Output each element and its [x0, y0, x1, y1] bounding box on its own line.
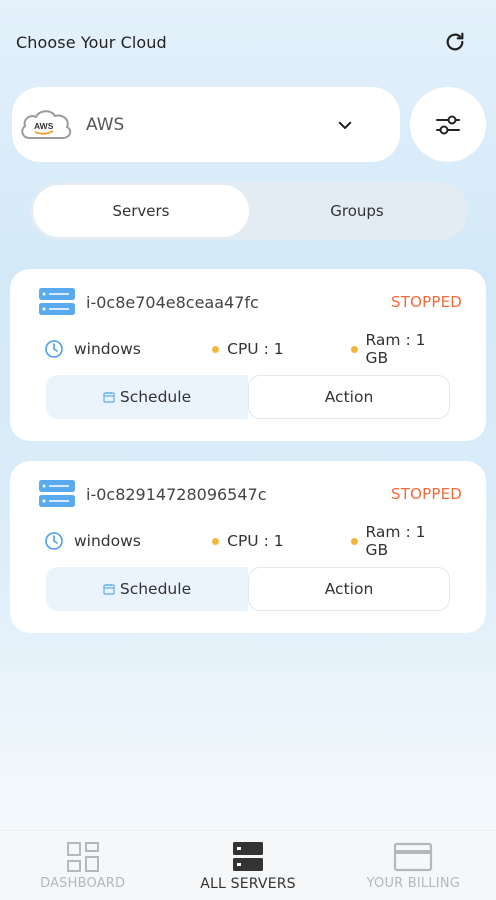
nav-item-all-servers[interactable]: ALL SERVERS [165, 831, 330, 900]
cpu-label: CPU : 1 [227, 340, 284, 358]
cpu-spec: CPU : 1 [212, 532, 350, 550]
nav-item-dashboard[interactable]: DASHBOARD [0, 831, 165, 900]
bullet-dot-icon [350, 537, 358, 545]
sliders-icon [436, 115, 460, 134]
bullet-dot-icon [212, 345, 220, 353]
view-tabs: Servers Groups [30, 182, 468, 240]
bullet-dot-icon [350, 345, 358, 353]
os-info: windows [44, 531, 212, 551]
server-card: i-0c8e704e8ceaa47fc STOPPED windows CPU … [10, 269, 486, 441]
header: Choose Your Cloud [16, 28, 468, 56]
server-icon [39, 288, 75, 315]
server-card: i-0c82914728096547c STOPPED windows CPU … [10, 461, 486, 633]
ram-label: Ram : 1 GB [365, 523, 426, 559]
cpu-label: CPU : 1 [227, 532, 284, 550]
credit-card-icon [394, 842, 433, 872]
schedule-label: Schedule [119, 580, 192, 598]
action-button[interactable]: Action [248, 375, 450, 419]
action-button[interactable]: Action [248, 567, 450, 611]
os-label: windows [74, 340, 141, 358]
schedule-button[interactable]: Schedule [46, 567, 248, 611]
os-label: windows [74, 532, 141, 550]
instance-id: i-0c8e704e8ceaa47fc [86, 292, 259, 312]
servers-icon [232, 842, 263, 871]
cpu-spec: CPU : 1 [212, 340, 350, 358]
svg-text:AWS: AWS [34, 121, 54, 131]
bullet-dot-icon [212, 537, 220, 545]
nav-label: DASHBOARD [40, 876, 126, 891]
ram-spec: Ram : 1 GB [350, 523, 452, 559]
nav-item-your-billing[interactable]: YOUR BILLING [331, 831, 496, 900]
chevron-down-icon[interactable] [330, 110, 360, 140]
status-badge: STOPPED [390, 485, 462, 503]
status-badge: STOPPED [390, 293, 462, 311]
bottom-navigation: DASHBOARD ALL SERVERS YOUR BILLING [0, 830, 496, 900]
tab-groups[interactable]: Groups [249, 185, 465, 237]
server-icon [39, 480, 75, 507]
calendar-icon [103, 584, 115, 595]
nav-label: YOUR BILLING [366, 876, 461, 891]
grid-icon [66, 842, 99, 872]
os-info: windows [44, 339, 212, 359]
tab-servers[interactable]: Servers [33, 185, 249, 237]
filter-settings-button[interactable] [410, 87, 486, 162]
ram-label: Ram : 1 GB [365, 331, 426, 367]
clock-icon [45, 340, 63, 358]
clock-icon [45, 532, 63, 550]
schedule-button[interactable]: Schedule [46, 375, 248, 419]
aws-cloud-logo: AWS [21, 109, 72, 139]
instance-id: i-0c82914728096547c [86, 484, 267, 504]
ram-spec: Ram : 1 GB [350, 331, 452, 367]
refresh-icon[interactable] [442, 29, 468, 55]
calendar-icon [103, 392, 115, 403]
selected-cloud-label: AWS [86, 114, 125, 135]
nav-label: ALL SERVERS [200, 876, 296, 892]
schedule-label: Schedule [119, 388, 192, 406]
cloud-provider-select[interactable]: AWS AWS [12, 87, 400, 162]
page-title: Choose Your Cloud [16, 32, 167, 52]
